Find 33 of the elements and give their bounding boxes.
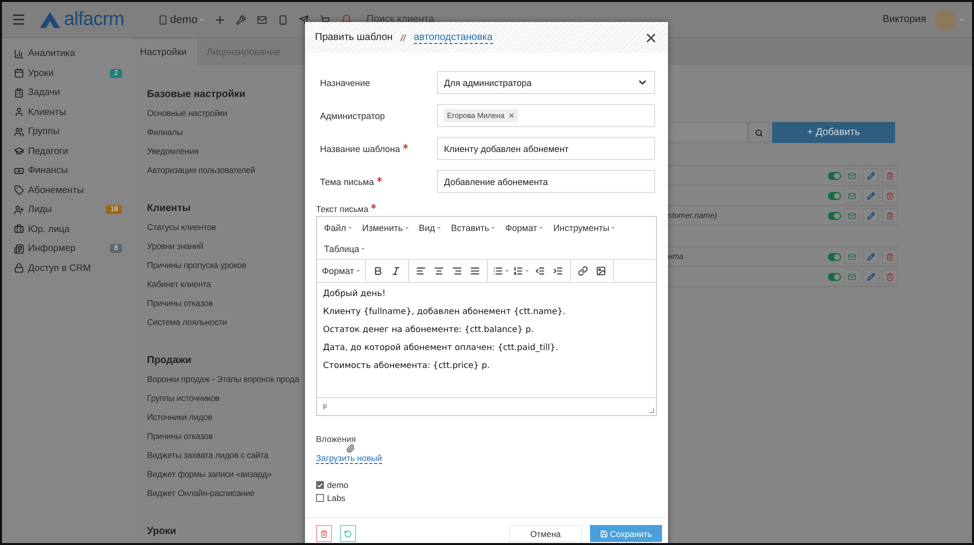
sidebar-label: Финансы xyxy=(28,165,68,176)
sidebar-label: Задачи xyxy=(28,87,60,98)
field-label: Название шаблона xyxy=(320,144,408,154)
user-name: Виктория xyxy=(882,14,926,25)
logo-text: alfacrm xyxy=(64,8,124,30)
field-label: Назначение xyxy=(320,78,370,88)
title-separator: // xyxy=(400,32,406,42)
modal-title: Править шаблон xyxy=(315,32,393,43)
field-label: Тема письма xyxy=(320,176,382,186)
field-label: Администратор xyxy=(320,110,385,120)
sidebar-label: Группы xyxy=(28,126,60,138)
sidebar-label: Абонементы xyxy=(28,184,84,196)
email-paragraph: Дата, до которой абонемент оплачен: {ctt.paid_till}. xyxy=(323,343,560,353)
section-title: Клиенты xyxy=(147,203,192,214)
sidebar-label: Педагоги xyxy=(28,146,68,157)
attachments-label: Вложения xyxy=(316,434,356,444)
sidebar-label: Информер xyxy=(28,243,76,254)
section-title: Уроки xyxy=(147,526,178,537)
sidebar-label: Уроки xyxy=(28,68,54,79)
email-paragraph: Клиенту {fullname}, добавлен абонемент {ctt.name}. xyxy=(323,307,566,317)
field-label: Текст письма xyxy=(316,204,376,214)
sidebar-label: Клиенты xyxy=(28,106,66,118)
email-paragraph: Добрый день! xyxy=(323,289,386,299)
sidebar-label: Аналитика xyxy=(28,48,76,60)
section-title: Базовые настройки xyxy=(147,89,246,100)
sidebar-label: Юр. лица xyxy=(28,224,70,235)
email-paragraph: Остаток денег на абонементе: {ctt.balance} р. xyxy=(323,325,535,335)
template-text: нта xyxy=(668,252,684,261)
sidebar-label: Доступ в CRM xyxy=(28,262,91,274)
section-title: Продажи xyxy=(147,355,192,366)
template-text: stomer.name) xyxy=(668,211,718,220)
sidebar-label: Лиды xyxy=(28,204,52,216)
email-paragraph: Стоимость абонемента: {ctt.price} р. xyxy=(323,361,491,371)
